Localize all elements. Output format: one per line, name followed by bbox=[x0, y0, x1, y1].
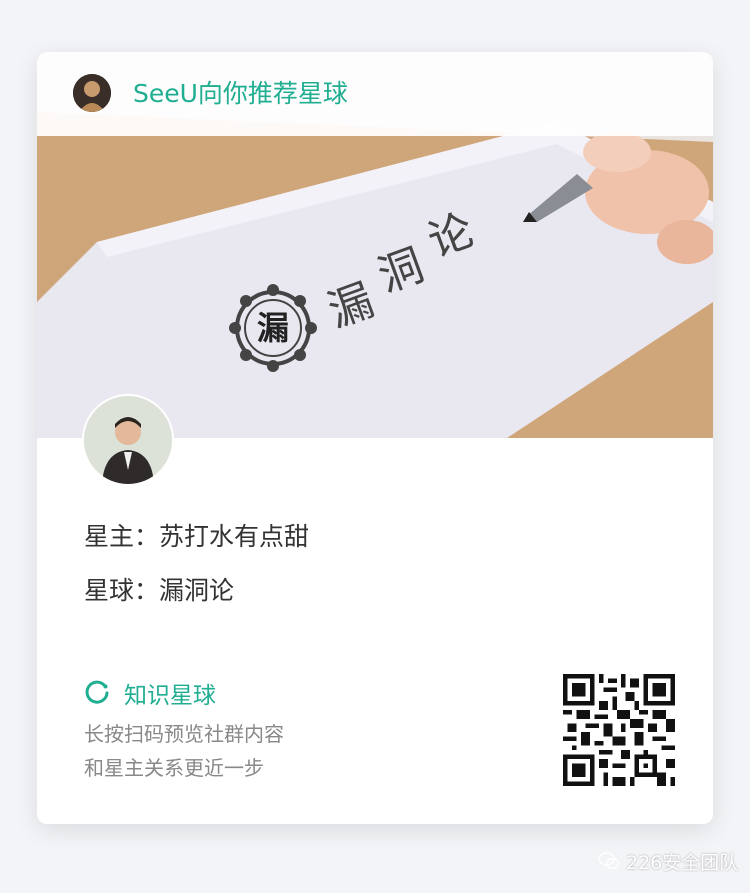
watermark: 226安全团队 bbox=[598, 846, 738, 876]
owner-name: 苏打水有点甜 bbox=[159, 522, 310, 551]
person-icon bbox=[84, 396, 172, 484]
brand: 知识星球 bbox=[84, 676, 216, 710]
qr-code[interactable] bbox=[563, 674, 675, 786]
recommender-avatar[interactable] bbox=[73, 74, 111, 112]
watermark-text: 226安全团队 bbox=[626, 851, 739, 874]
header-bar: SeeU向你推荐星球 bbox=[37, 52, 713, 136]
planet-logo-icon bbox=[85, 680, 109, 704]
planet-label: 星球： bbox=[84, 576, 160, 605]
hint-line-1: 长按扫码预览社群内容 bbox=[84, 722, 284, 746]
brand-name: 知识星球 bbox=[124, 683, 216, 709]
planet-name: 漏洞论 bbox=[159, 576, 235, 605]
avatar-icon bbox=[73, 74, 111, 112]
hint-line-2: 和星主关系更近一步 bbox=[84, 756, 264, 780]
planet-invite-card: 漏 漏 洞 论 SeeU向你推荐星球 星主：苏打水有点甜 星球：漏洞论 知识星球… bbox=[37, 52, 713, 824]
header-title: SeeU向你推荐星球 bbox=[133, 79, 348, 108]
owner-avatar[interactable] bbox=[82, 394, 174, 486]
owner-label: 星主： bbox=[84, 522, 160, 551]
seal-char: 漏 bbox=[257, 309, 289, 347]
planet-line: 星球：漏洞论 bbox=[84, 574, 234, 608]
wechat-icon bbox=[598, 852, 620, 870]
owner-line: 星主：苏打水有点甜 bbox=[84, 520, 309, 554]
